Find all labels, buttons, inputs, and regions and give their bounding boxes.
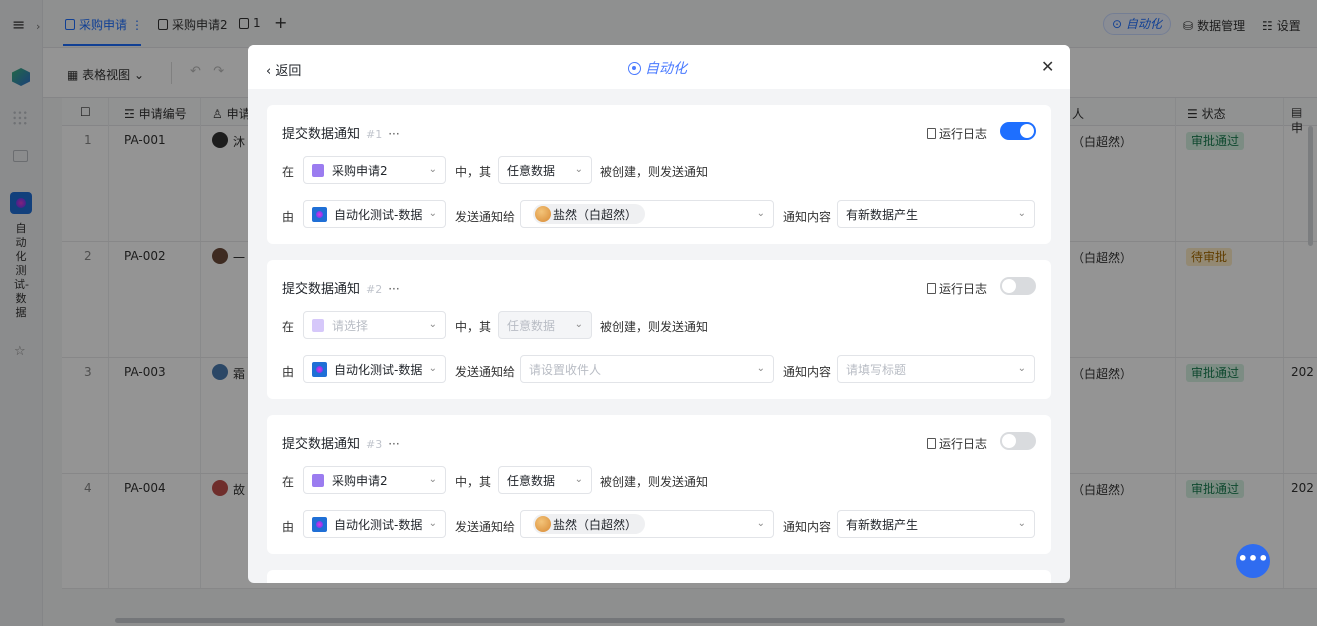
label-by: 由 [282,520,295,534]
chevron-down-icon: ⌄ [428,474,437,485]
chevron-down-icon: ⌄ [428,208,437,219]
chevron-down-icon: ⌄ [428,363,437,374]
more-icon[interactable]: ··· [388,282,399,296]
chevron-down-icon: ⌄ [428,319,437,330]
form-select[interactable]: 采购申请2 ⌄ [303,466,446,494]
chevron-down-icon: ⌄ [1017,363,1026,374]
label-at: 在 [282,165,295,179]
label-by: 由 [282,210,295,224]
label-mid: 中，其 [455,320,492,334]
content-select[interactable]: 请填写标题 ⌄ [837,355,1035,383]
recipient-select[interactable]: 盐然（白超然） ⌄ [520,510,774,538]
chevron-down-icon: ⌄ [1017,208,1026,219]
form-icon [312,163,324,177]
app-select[interactable]: 自动化测试-数据 ⌄ [303,200,446,228]
chevron-down-icon: ⌄ [756,208,765,219]
chevron-down-icon: ⌄ [428,164,437,175]
app-icon [312,516,327,532]
chevron-down-icon: ⌄ [574,164,583,175]
content-select[interactable]: 有新数据产生 ⌄ [837,510,1035,538]
app-icon [312,361,327,377]
rule-title: 提交数据通知 #3 ··· [282,437,400,452]
app-select[interactable]: 自动化测试-数据 ⌄ [303,510,446,538]
scope-select[interactable]: 任意数据 ⌄ [498,466,592,494]
run-log-button[interactable]: 运行日志 [927,125,987,142]
recipient-chip: 盐然（白超然） [533,514,646,534]
recipient-chip: 盐然（白超然） [533,204,646,224]
label-content: 通知内容 [783,520,832,534]
rule-toggle[interactable] [1000,277,1036,295]
rule-toggle[interactable] [1000,122,1036,140]
automation-rule-card: 提交数据通知 #1 ··· 运行日志 在 采购申请2 ⌄ 中，其 任意数据 ⌄ 被创建，… [267,105,1051,244]
label-content: 通知内容 [783,365,832,379]
automation-rule-card: 提交数据通知 #2 ··· 运行日志 在 请选择 ⌄ 中，其 任意数据 ⌄ 被创建，则发… [267,260,1051,399]
label-at: 在 [282,475,295,489]
content-select[interactable]: 有新数据产生 ⌄ [837,200,1035,228]
back-button[interactable]: ‹ 返回 [266,60,301,79]
chevron-down-icon: ⌄ [1017,518,1026,529]
avatar [535,516,551,532]
modal-title: 自动化 [628,58,687,78]
chevron-down-icon: ⌄ [756,518,765,529]
clipboard-icon [927,128,936,139]
modal-header: ‹ 返回 自动化 ✕ [248,45,1070,89]
automation-rule-card: 提交数据通知 #3 ··· 运行日志 在 采购申请2 ⌄ 中，其 任意数据 ⌄ 被创建，… [267,415,1051,554]
form-select[interactable]: 采购申请2 ⌄ [303,156,446,184]
label-mid: 中，其 [455,475,492,489]
rule-title: 提交数据通知 #1 ··· [282,127,400,142]
more-icon[interactable]: ··· [388,437,399,451]
rule-toggle[interactable] [1000,432,1036,450]
close-icon[interactable]: ✕ [1041,57,1054,76]
label-action: 被创建，则发送通知 [600,165,709,179]
more-icon[interactable]: ··· [388,127,399,141]
scope-select[interactable]: 任意数据 ⌄ [498,311,592,339]
label-mid: 中，其 [455,165,492,179]
chevron-down-icon: ⌄ [428,518,437,529]
clipboard-icon [927,438,936,449]
more-actions-button[interactable]: ••• [1236,544,1270,578]
form-select[interactable]: 请选择 ⌄ [303,311,446,339]
label-at: 在 [282,320,295,334]
avatar [535,206,551,222]
app-select[interactable]: 自动化测试-数据 ⌄ [303,355,446,383]
form-icon [312,318,324,332]
clipboard-icon [927,283,936,294]
run-log-button[interactable]: 运行日志 [927,435,987,452]
automation-modal: ‹ 返回 自动化 ✕ 提交数据通知 #1 ··· 运行日志 在 采购申请2 ⌄ 中，其… [248,45,1070,583]
label-action: 被创建，则发送通知 [600,475,709,489]
chevron-down-icon: ⌄ [574,474,583,485]
form-icon [312,473,324,487]
label-by: 由 [282,365,295,379]
run-log-button[interactable]: 运行日志 [927,280,987,297]
scope-select[interactable]: 任意数据 ⌄ [498,156,592,184]
chevron-down-icon: ⌄ [756,363,765,374]
automation-icon [628,61,641,75]
app-icon [312,206,327,222]
recipient-select[interactable]: 请设置收件人 ⌄ [520,355,774,383]
rule-title: 提交数据通知 #2 ··· [282,282,400,297]
label-content: 通知内容 [783,210,832,224]
label-send-to: 发送通知给 [455,210,516,224]
label-action: 被创建，则发送通知 [600,320,709,334]
recipient-select[interactable]: 盐然（白超然） ⌄ [520,200,774,228]
label-send-to: 发送通知给 [455,365,516,379]
chevron-down-icon: ⌄ [574,319,583,330]
label-send-to: 发送通知给 [455,520,516,534]
automation-rule-card-partial [267,570,1051,583]
